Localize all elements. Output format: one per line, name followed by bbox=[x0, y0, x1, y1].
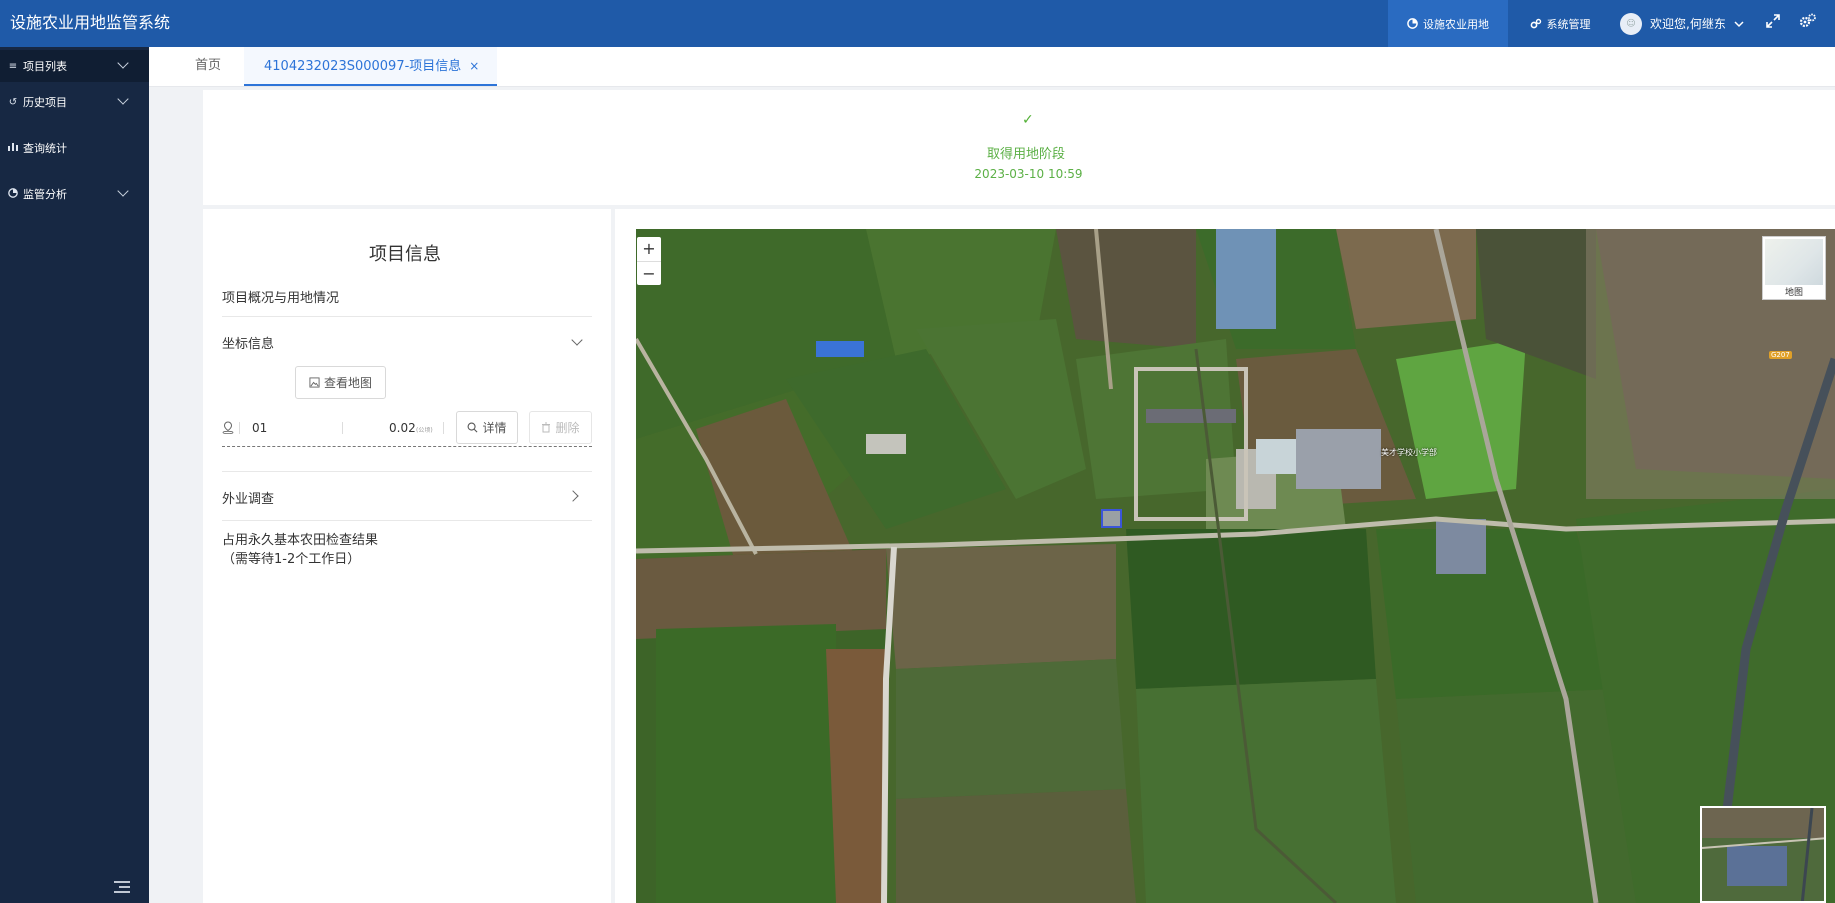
zoom-in-button[interactable]: + bbox=[637, 237, 661, 261]
sidebar-item-query-stats[interactable]: 查询统计 bbox=[0, 132, 149, 164]
overview-imagery bbox=[1702, 808, 1824, 901]
location-pin-icon bbox=[222, 421, 234, 434]
chevron-down-icon bbox=[117, 93, 129, 105]
farmland-check-note: （需等待1-2个工作日） bbox=[222, 552, 361, 567]
zoom-control: + − bbox=[637, 237, 661, 285]
nav-system-management[interactable]: 系统管理 bbox=[1515, 0, 1605, 47]
sidebar-item-project-list[interactable]: ≡ 项目列表 bbox=[0, 50, 149, 82]
zoom-out-button[interactable]: − bbox=[637, 261, 661, 286]
divider bbox=[222, 316, 592, 317]
fullscreen-icon[interactable] bbox=[1762, 10, 1784, 32]
farmland-check-title: 占用永久基本农田检查结果 bbox=[222, 533, 379, 548]
satellite-map[interactable]: 美才学校小学部 G207 bbox=[636, 229, 1835, 903]
overview-map[interactable] bbox=[1700, 806, 1826, 903]
detail-button[interactable]: 详情 bbox=[456, 411, 518, 444]
tab-project-info[interactable]: 4104232023S000097-项目信息 × bbox=[244, 47, 497, 86]
settings-gear-icon[interactable] bbox=[1797, 10, 1819, 32]
tab-project-info-label: 4104232023S000097-项目信息 bbox=[264, 59, 462, 74]
sidebar-item-label: 查询统计 bbox=[23, 142, 67, 155]
top-header: 设施农业用地监管系统 设施农业用地 系统管理 ☺ 欢迎您,何继东 bbox=[0, 0, 1835, 47]
stage-date: 2023-03-10 10:59 bbox=[974, 167, 1083, 181]
stage-title: 取得用地阶段 bbox=[986, 147, 1065, 162]
divider bbox=[222, 471, 592, 472]
satellite-imagery bbox=[636, 229, 1835, 903]
sidebar-item-history[interactable]: ↺ 历史项目 bbox=[0, 86, 149, 118]
sidebar-item-supervision[interactable]: 监管分析 bbox=[0, 178, 149, 210]
coordinate-info-header[interactable]: 坐标信息 bbox=[222, 333, 274, 352]
delete-label: 删除 bbox=[555, 421, 580, 435]
coordinate-area: 0.02 bbox=[389, 421, 416, 435]
pie-chart-icon bbox=[1407, 18, 1418, 29]
sidebar-item-label: 项目列表 bbox=[23, 60, 67, 73]
chevron-down-icon bbox=[1734, 20, 1744, 27]
detail-label: 详情 bbox=[482, 421, 507, 435]
school-label: 美才学校小学部 bbox=[1381, 448, 1437, 457]
image-icon bbox=[309, 377, 320, 388]
project-info-title: 项目信息 bbox=[369, 244, 441, 265]
list-icon: ≡ bbox=[8, 60, 18, 72]
bar-chart-icon bbox=[6, 142, 20, 154]
map-type-label: 地图 bbox=[1784, 288, 1803, 298]
tab-bar: 首页 4104232023S000097-项目信息 × bbox=[149, 47, 1835, 87]
map-type-switch[interactable]: 地图 bbox=[1762, 236, 1826, 300]
chevron-down-icon bbox=[117, 57, 129, 69]
nav-facility-land-label: 设施农业用地 bbox=[1423, 17, 1489, 31]
history-icon: ↺ bbox=[8, 96, 18, 108]
view-map-label: 查看地图 bbox=[323, 376, 372, 390]
coordinate-area-unit: (公顷) bbox=[416, 427, 433, 434]
chevron-down-icon bbox=[117, 185, 129, 197]
user-menu[interactable]: ☺ 欢迎您,何继东 bbox=[1620, 0, 1744, 47]
project-overview-link[interactable]: 项目概况与用地情况 bbox=[222, 287, 339, 306]
nav-facility-land[interactable]: 设施农业用地 bbox=[1388, 0, 1508, 47]
view-map-button[interactable]: 查看地图 bbox=[295, 366, 386, 399]
tab-home[interactable]: 首页 bbox=[195, 47, 221, 86]
separator bbox=[239, 422, 240, 434]
app-title: 设施农业用地监管系统 bbox=[10, 13, 171, 32]
separator bbox=[342, 422, 343, 434]
sidebar-collapse-icon[interactable] bbox=[114, 880, 130, 894]
sidebar bbox=[0, 47, 149, 903]
pie-chart-icon bbox=[6, 187, 20, 201]
coordinate-id: 01 bbox=[252, 421, 268, 435]
search-icon bbox=[468, 422, 478, 433]
delete-button[interactable]: 删除 bbox=[529, 411, 592, 444]
divider bbox=[222, 520, 592, 521]
nav-system-management-label: 系统管理 bbox=[1546, 17, 1591, 31]
sidebar-item-label: 历史项目 bbox=[23, 96, 67, 109]
user-greeting: 欢迎您,何继东 bbox=[1650, 17, 1726, 31]
road-badge: G207 bbox=[1769, 351, 1792, 359]
trash-icon bbox=[542, 422, 551, 433]
avatar: ☺ bbox=[1620, 12, 1642, 35]
field-survey-link[interactable]: 外业调查 bbox=[222, 488, 274, 507]
map-thumbnail bbox=[1765, 239, 1823, 285]
settings-icon bbox=[1530, 18, 1541, 28]
sidebar-item-label: 监管分析 bbox=[23, 188, 67, 201]
separator bbox=[443, 422, 444, 434]
check-icon: ✓ bbox=[1022, 112, 1034, 128]
close-icon[interactable]: × bbox=[469, 59, 479, 73]
